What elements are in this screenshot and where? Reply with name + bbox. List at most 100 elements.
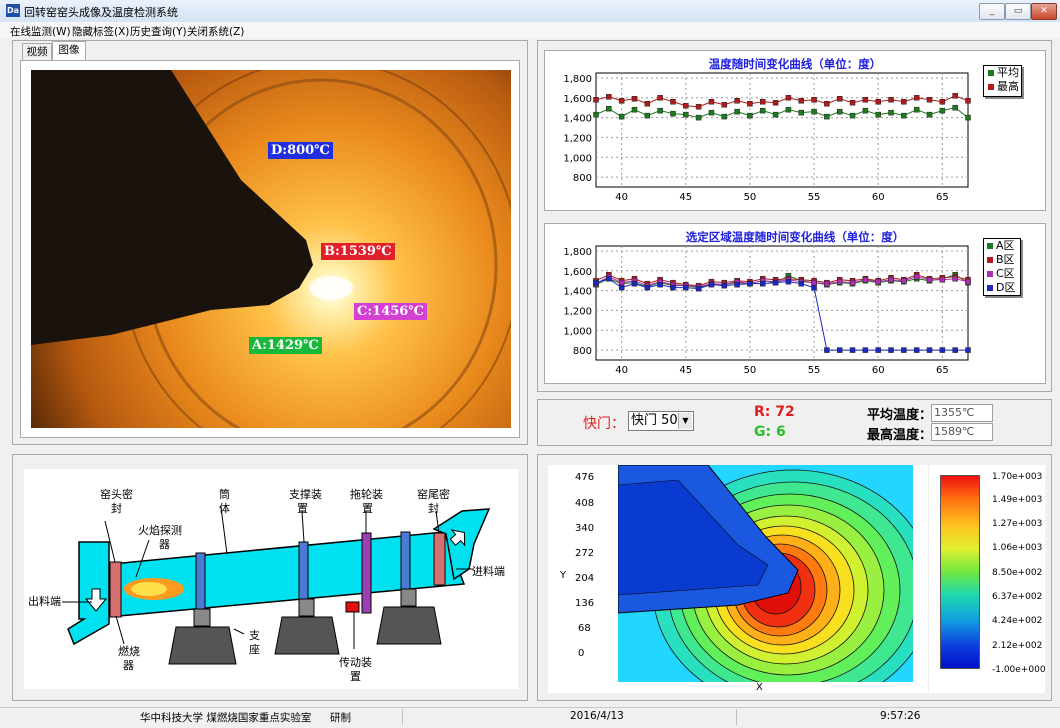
chart2-point bbox=[952, 347, 958, 353]
legend-label: 最高 bbox=[997, 80, 1019, 93]
tab-image[interactable]: 图像 bbox=[52, 41, 86, 60]
heatmap-ytick: 408 bbox=[575, 498, 595, 509]
legend-item-a: A区 bbox=[984, 239, 1020, 253]
window-title: 回转窑窑头成像及温度检测系统 bbox=[24, 6, 178, 19]
chart1-point bbox=[670, 110, 676, 117]
chart2-point bbox=[939, 347, 946, 353]
legend-item-c: C区 bbox=[984, 267, 1020, 281]
chart1-point bbox=[721, 113, 728, 120]
chart2-point bbox=[939, 276, 946, 283]
legend-item-b: B区 bbox=[984, 253, 1020, 267]
chart1-point bbox=[849, 112, 856, 119]
kiln-flame-image bbox=[31, 70, 511, 428]
chart2-ytick-label: 1,800 bbox=[563, 247, 592, 258]
chart1-point bbox=[606, 94, 612, 100]
close-button[interactable]: ✕ bbox=[1031, 3, 1057, 20]
chart1-point bbox=[760, 98, 766, 105]
chart2-point bbox=[811, 279, 817, 286]
shutter-select-value: 快门 50 bbox=[631, 413, 678, 428]
chart1-point bbox=[952, 93, 958, 99]
legend-label: 平均 bbox=[997, 66, 1019, 79]
menu-hide-labels[interactable]: 隐藏标签(X) bbox=[72, 24, 129, 39]
chart2-point bbox=[644, 284, 651, 291]
chart1-ytick-label: 800 bbox=[573, 173, 592, 184]
chart1-plot-area bbox=[595, 72, 969, 188]
kiln-head-seal bbox=[109, 561, 122, 618]
chart2-point bbox=[888, 347, 894, 353]
label-roller-2: 置 bbox=[362, 502, 373, 515]
max-temp-label: 最高温度： bbox=[867, 428, 933, 443]
chart1-point bbox=[888, 97, 894, 103]
chart1-point bbox=[708, 109, 715, 116]
avg-temp-field[interactable]: 1355℃ bbox=[931, 404, 993, 422]
chart1-point bbox=[862, 107, 869, 114]
drive-unit bbox=[345, 601, 360, 613]
label-flame-detector-2: 器 bbox=[159, 538, 170, 551]
legend-label: A区 bbox=[996, 239, 1015, 252]
chart1-point bbox=[683, 102, 689, 109]
legend-swatch bbox=[987, 243, 993, 249]
chart1-point bbox=[734, 108, 740, 115]
chart1-point bbox=[926, 111, 933, 118]
heatmap-ytick: 0 bbox=[578, 648, 585, 659]
colorbar-label: 1.49e+003 bbox=[992, 495, 1043, 505]
chart1-point bbox=[593, 97, 599, 103]
max-temp-field[interactable]: 1589℃ bbox=[931, 423, 993, 441]
label-drive-2: 置 bbox=[350, 670, 361, 683]
menu-history-query[interactable]: 历史查询(Y) bbox=[130, 24, 187, 39]
heatmap-ytick: 272 bbox=[575, 548, 595, 559]
maximize-button[interactable]: ▭ bbox=[1005, 3, 1031, 20]
label-kiln-head-seal-2: 封 bbox=[111, 502, 122, 515]
chart1-point bbox=[836, 108, 843, 115]
chart2-ytick-label: 800 bbox=[573, 346, 592, 357]
chart2-point bbox=[747, 280, 753, 287]
colorbar-label: 1.70e+003 bbox=[992, 472, 1043, 482]
chart2-xtick-label: 50 bbox=[744, 365, 757, 376]
kiln-tail-seal bbox=[433, 532, 446, 586]
chart2-point bbox=[606, 275, 612, 282]
chart2-point bbox=[901, 347, 907, 353]
heatmap-ytick: 136 bbox=[575, 598, 595, 609]
menu-online-monitor[interactable]: 在线监测(W) bbox=[10, 24, 71, 39]
roller-gear bbox=[361, 532, 372, 614]
base-pedestal bbox=[376, 606, 442, 645]
chevron-down-icon[interactable]: ▼ bbox=[678, 413, 692, 429]
shutter-select[interactable]: 快门 50 ▼ bbox=[628, 411, 694, 431]
colorbar-label: 8.50e+002 bbox=[992, 568, 1043, 578]
chart2-point bbox=[965, 278, 971, 285]
chart2-point bbox=[734, 281, 740, 288]
chart2-point bbox=[875, 347, 881, 353]
chart1-point bbox=[888, 109, 894, 116]
chart2-xtick-label: 60 bbox=[872, 365, 885, 376]
chart1-xtick-label: 50 bbox=[744, 192, 757, 203]
chart1-point bbox=[811, 97, 817, 103]
burner-flame-core bbox=[131, 582, 167, 596]
chart1-point bbox=[901, 98, 907, 105]
menu-close-system[interactable]: 关闭系统(Z) bbox=[187, 24, 244, 39]
chart1-point bbox=[901, 112, 907, 119]
label-base-2: 座 bbox=[249, 643, 260, 656]
colorbar-label: 6.37e+002 bbox=[992, 592, 1043, 602]
chart2-point bbox=[952, 275, 958, 282]
chart1-point bbox=[747, 100, 753, 107]
chart1-point bbox=[618, 98, 625, 104]
chart1-point bbox=[644, 112, 651, 119]
minimize-button[interactable]: _ bbox=[979, 3, 1005, 20]
chart1-plot: 800 1,000 1,200 1,400 1,600 1,800 40 45 50 55 60 65 bbox=[563, 72, 971, 203]
chart2-point bbox=[657, 281, 663, 288]
legend-swatch bbox=[987, 271, 993, 277]
chart1-point bbox=[824, 100, 830, 107]
chart2-ytick-label: 1,000 bbox=[563, 326, 592, 337]
tab-video[interactable]: 视频 bbox=[22, 43, 52, 60]
chart1-ytick-label: 1,000 bbox=[563, 153, 592, 164]
chart1-point bbox=[606, 105, 612, 112]
temperature-heatmap bbox=[618, 465, 913, 682]
chart2-point bbox=[849, 279, 856, 286]
colorbar-label: 4.24e+002 bbox=[992, 616, 1043, 626]
chart1-point bbox=[618, 113, 625, 120]
chart2-point bbox=[901, 277, 907, 284]
support-leg bbox=[400, 588, 417, 607]
legend-swatch bbox=[987, 285, 993, 291]
base-pedestal bbox=[274, 616, 340, 655]
chart1-xtick-label: 40 bbox=[615, 192, 628, 203]
